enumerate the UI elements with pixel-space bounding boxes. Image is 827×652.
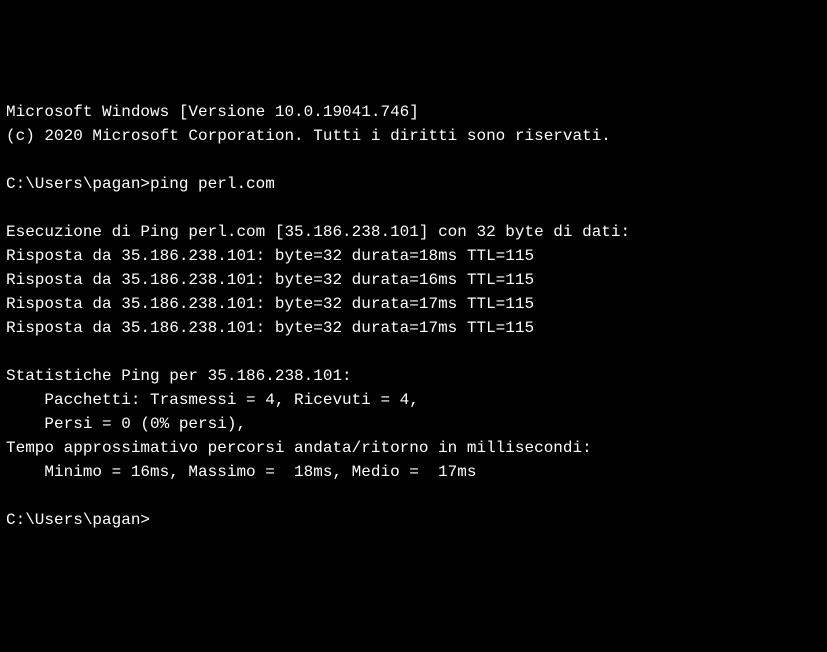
- blank-line: [6, 196, 821, 220]
- ping-reply-line: Risposta da 35.186.238.101: byte=32 dura…: [6, 292, 821, 316]
- prompt-command-line: C:\Users\pagan>ping perl.com: [6, 172, 821, 196]
- terminal-output[interactable]: Microsoft Windows [Versione 10.0.19041.7…: [6, 100, 821, 532]
- packets-line: Pacchetti: Trasmessi = 4, Ricevuti = 4,: [6, 388, 821, 412]
- ping-execution-line: Esecuzione di Ping perl.com [35.186.238.…: [6, 220, 821, 244]
- rtt-values-line: Minimo = 16ms, Massimo = 18ms, Medio = 1…: [6, 460, 821, 484]
- blank-line: [6, 148, 821, 172]
- stats-header-line: Statistiche Ping per 35.186.238.101:: [6, 364, 821, 388]
- lost-line: Persi = 0 (0% persi),: [6, 412, 821, 436]
- ping-reply-line: Risposta da 35.186.238.101: byte=32 dura…: [6, 316, 821, 340]
- prompt-text: C:\Users\pagan>: [6, 172, 150, 196]
- ping-command: ping perl.com: [150, 172, 275, 196]
- rtt-header-line: Tempo approssimativo percorsi andata/rit…: [6, 436, 821, 460]
- copyright-line: (c) 2020 Microsoft Corporation. Tutti i …: [6, 124, 821, 148]
- prompt-text: C:\Users\pagan>: [6, 508, 150, 532]
- current-prompt-line: C:\Users\pagan>: [6, 508, 821, 532]
- version-line: Microsoft Windows [Versione 10.0.19041.7…: [6, 100, 821, 124]
- ping-reply-line: Risposta da 35.186.238.101: byte=32 dura…: [6, 244, 821, 268]
- ping-reply-line: Risposta da 35.186.238.101: byte=32 dura…: [6, 268, 821, 292]
- blank-line: [6, 484, 821, 508]
- blank-line: [6, 340, 821, 364]
